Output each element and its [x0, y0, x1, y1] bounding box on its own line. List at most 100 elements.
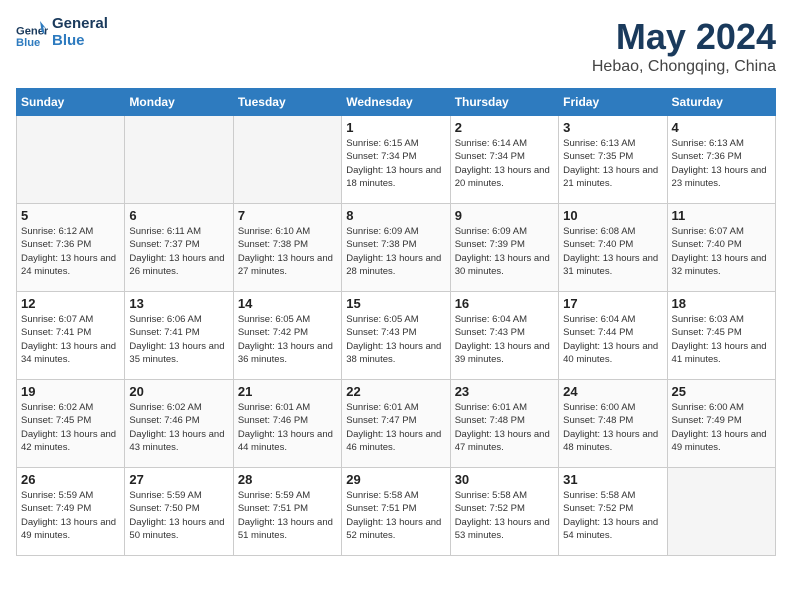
- calendar-cell: 19 Sunrise: 6:02 AMSunset: 7:45 PMDayligh…: [17, 380, 125, 468]
- calendar-cell: 15 Sunrise: 6:05 AMSunset: 7:43 PMDayligh…: [342, 292, 450, 380]
- day-number: 25: [672, 384, 771, 399]
- calendar-cell: 20 Sunrise: 6:02 AMSunset: 7:46 PMDayligh…: [125, 380, 233, 468]
- calendar-cell: 21 Sunrise: 6:01 AMSunset: 7:46 PMDayligh…: [233, 380, 341, 468]
- day-info: Sunrise: 6:05 AMSunset: 7:43 PMDaylight:…: [346, 313, 445, 366]
- day-number: 18: [672, 296, 771, 311]
- calendar-cell: 17 Sunrise: 6:04 AMSunset: 7:44 PMDayligh…: [559, 292, 667, 380]
- calendar-week-row: 5Sunrise: 6:12 AMSunset: 7:36 PMDaylight…: [17, 204, 776, 292]
- day-number: 21: [238, 384, 337, 399]
- calendar-cell: 5Sunrise: 6:12 AMSunset: 7:36 PMDaylight…: [17, 204, 125, 292]
- calendar-cell: 12Sunrise: 6:07 AMSunset: 7:41 PMDayligh…: [17, 292, 125, 380]
- calendar-week-row: 19 Sunrise: 6:02 AMSunset: 7:45 PMDayligh…: [17, 380, 776, 468]
- day-number: 2: [455, 120, 554, 135]
- day-info: Sunrise: 6:12 AMSunset: 7:36 PMDaylight:…: [21, 225, 120, 278]
- weekday-header-row: SundayMondayTuesdayWednesdayThursdayFrid…: [17, 89, 776, 116]
- calendar-cell: [667, 468, 775, 556]
- day-info: Sunrise: 6:13 AMSunset: 7:35 PMDaylight:…: [563, 137, 662, 190]
- day-info: Sunrise: 6:14 AMSunset: 7:34 PMDaylight:…: [455, 137, 554, 190]
- calendar-cell: 28 Sunrise: 5:59 AMSunset: 7:51 PMDayligh…: [233, 468, 341, 556]
- day-number: 7: [238, 208, 337, 223]
- page-header: General Blue General Blue May 2024 Hebao…: [16, 16, 776, 76]
- calendar-cell: [17, 116, 125, 204]
- day-info: Sunrise: 5:58 AMSunset: 7:52 PMDaylight:…: [455, 489, 554, 542]
- calendar-cell: 23 Sunrise: 6:01 AMSunset: 7:48 PMDayligh…: [450, 380, 558, 468]
- day-number: 4: [672, 120, 771, 135]
- day-info: Sunrise: 6:02 AMSunset: 7:45 PMDaylight:…: [21, 401, 120, 454]
- calendar-cell: 6Sunrise: 6:11 AMSunset: 7:37 PMDaylight…: [125, 204, 233, 292]
- calendar-cell: 3 Sunrise: 6:13 AMSunset: 7:35 PMDaylight…: [559, 116, 667, 204]
- calendar-cell: 14 Sunrise: 6:05 AMSunset: 7:42 PMDayligh…: [233, 292, 341, 380]
- day-number: 16: [455, 296, 554, 311]
- day-info: Sunrise: 6:02 AMSunset: 7:46 PMDaylight:…: [129, 401, 228, 454]
- day-info: Sunrise: 6:04 AMSunset: 7:44 PMDaylight:…: [563, 313, 662, 366]
- calendar-week-row: 1 Sunrise: 6:15 AMSunset: 7:34 PMDaylight…: [17, 116, 776, 204]
- location: Hebao, Chongqing, China: [592, 58, 776, 76]
- day-info: Sunrise: 6:03 AMSunset: 7:45 PMDaylight:…: [672, 313, 771, 366]
- day-number: 20: [129, 384, 228, 399]
- day-number: 9: [455, 208, 554, 223]
- weekday-header: Friday: [559, 89, 667, 116]
- calendar-cell: 18 Sunrise: 6:03 AMSunset: 7:45 PMDayligh…: [667, 292, 775, 380]
- day-info: Sunrise: 6:13 AMSunset: 7:36 PMDaylight:…: [672, 137, 771, 190]
- calendar-week-row: 12Sunrise: 6:07 AMSunset: 7:41 PMDayligh…: [17, 292, 776, 380]
- weekday-header: Wednesday: [342, 89, 450, 116]
- day-info: Sunrise: 5:59 AMSunset: 7:49 PMDaylight:…: [21, 489, 120, 542]
- day-info: Sunrise: 6:07 AMSunset: 7:41 PMDaylight:…: [21, 313, 120, 366]
- day-number: 13: [129, 296, 228, 311]
- day-info: Sunrise: 6:01 AMSunset: 7:47 PMDaylight:…: [346, 401, 445, 454]
- day-number: 28: [238, 472, 337, 487]
- day-number: 31: [563, 472, 662, 487]
- calendar-cell: [233, 116, 341, 204]
- day-info: Sunrise: 6:15 AMSunset: 7:34 PMDaylight:…: [346, 137, 445, 190]
- day-number: 24: [563, 384, 662, 399]
- logo-line2: Blue: [52, 33, 108, 50]
- calendar-cell: 30Sunrise: 5:58 AMSunset: 7:52 PMDayligh…: [450, 468, 558, 556]
- weekday-header: Thursday: [450, 89, 558, 116]
- day-info: Sunrise: 5:59 AMSunset: 7:51 PMDaylight:…: [238, 489, 337, 542]
- weekday-header: Monday: [125, 89, 233, 116]
- day-number: 11: [672, 208, 771, 223]
- weekday-header: Saturday: [667, 89, 775, 116]
- day-info: Sunrise: 6:00 AMSunset: 7:48 PMDaylight:…: [563, 401, 662, 454]
- calendar-cell: 13 Sunrise: 6:06 AMSunset: 7:41 PMDayligh…: [125, 292, 233, 380]
- calendar-cell: 2 Sunrise: 6:14 AMSunset: 7:34 PMDaylight…: [450, 116, 558, 204]
- logo-icon: General Blue: [16, 17, 48, 49]
- calendar-cell: 16 Sunrise: 6:04 AMSunset: 7:43 PMDayligh…: [450, 292, 558, 380]
- calendar-cell: 11 Sunrise: 6:07 AMSunset: 7:40 PMDayligh…: [667, 204, 775, 292]
- day-info: Sunrise: 6:05 AMSunset: 7:42 PMDaylight:…: [238, 313, 337, 366]
- day-number: 3: [563, 120, 662, 135]
- day-number: 23: [455, 384, 554, 399]
- calendar-cell: 1 Sunrise: 6:15 AMSunset: 7:34 PMDaylight…: [342, 116, 450, 204]
- calendar-cell: 25 Sunrise: 6:00 AMSunset: 7:49 PMDayligh…: [667, 380, 775, 468]
- day-number: 1: [346, 120, 445, 135]
- svg-text:Blue: Blue: [16, 36, 40, 48]
- day-number: 27: [129, 472, 228, 487]
- calendar-cell: 31Sunrise: 5:58 AMSunset: 7:52 PMDayligh…: [559, 468, 667, 556]
- day-info: Sunrise: 6:11 AMSunset: 7:37 PMDaylight:…: [129, 225, 228, 278]
- day-number: 22: [346, 384, 445, 399]
- day-info: Sunrise: 6:01 AMSunset: 7:46 PMDaylight:…: [238, 401, 337, 454]
- day-info: Sunrise: 6:07 AMSunset: 7:40 PMDaylight:…: [672, 225, 771, 278]
- calendar-cell: 26Sunrise: 5:59 AMSunset: 7:49 PMDayligh…: [17, 468, 125, 556]
- day-info: Sunrise: 6:09 AMSunset: 7:39 PMDaylight:…: [455, 225, 554, 278]
- calendar-cell: 22 Sunrise: 6:01 AMSunset: 7:47 PMDayligh…: [342, 380, 450, 468]
- logo-line1: General: [52, 16, 108, 33]
- logo: General Blue General Blue: [16, 16, 108, 49]
- weekday-header: Sunday: [17, 89, 125, 116]
- day-info: Sunrise: 6:04 AMSunset: 7:43 PMDaylight:…: [455, 313, 554, 366]
- day-info: Sunrise: 6:00 AMSunset: 7:49 PMDaylight:…: [672, 401, 771, 454]
- day-number: 19: [21, 384, 120, 399]
- month-title: May 2024: [592, 16, 776, 58]
- day-number: 10: [563, 208, 662, 223]
- day-number: 29: [346, 472, 445, 487]
- day-info: Sunrise: 5:58 AMSunset: 7:51 PMDaylight:…: [346, 489, 445, 542]
- day-info: Sunrise: 6:01 AMSunset: 7:48 PMDaylight:…: [455, 401, 554, 454]
- day-info: Sunrise: 6:08 AMSunset: 7:40 PMDaylight:…: [563, 225, 662, 278]
- day-info: Sunrise: 6:06 AMSunset: 7:41 PMDaylight:…: [129, 313, 228, 366]
- day-number: 15: [346, 296, 445, 311]
- day-number: 17: [563, 296, 662, 311]
- calendar-week-row: 26Sunrise: 5:59 AMSunset: 7:49 PMDayligh…: [17, 468, 776, 556]
- day-number: 14: [238, 296, 337, 311]
- weekday-header: Tuesday: [233, 89, 341, 116]
- calendar-cell: 8Sunrise: 6:09 AMSunset: 7:38 PMDaylight…: [342, 204, 450, 292]
